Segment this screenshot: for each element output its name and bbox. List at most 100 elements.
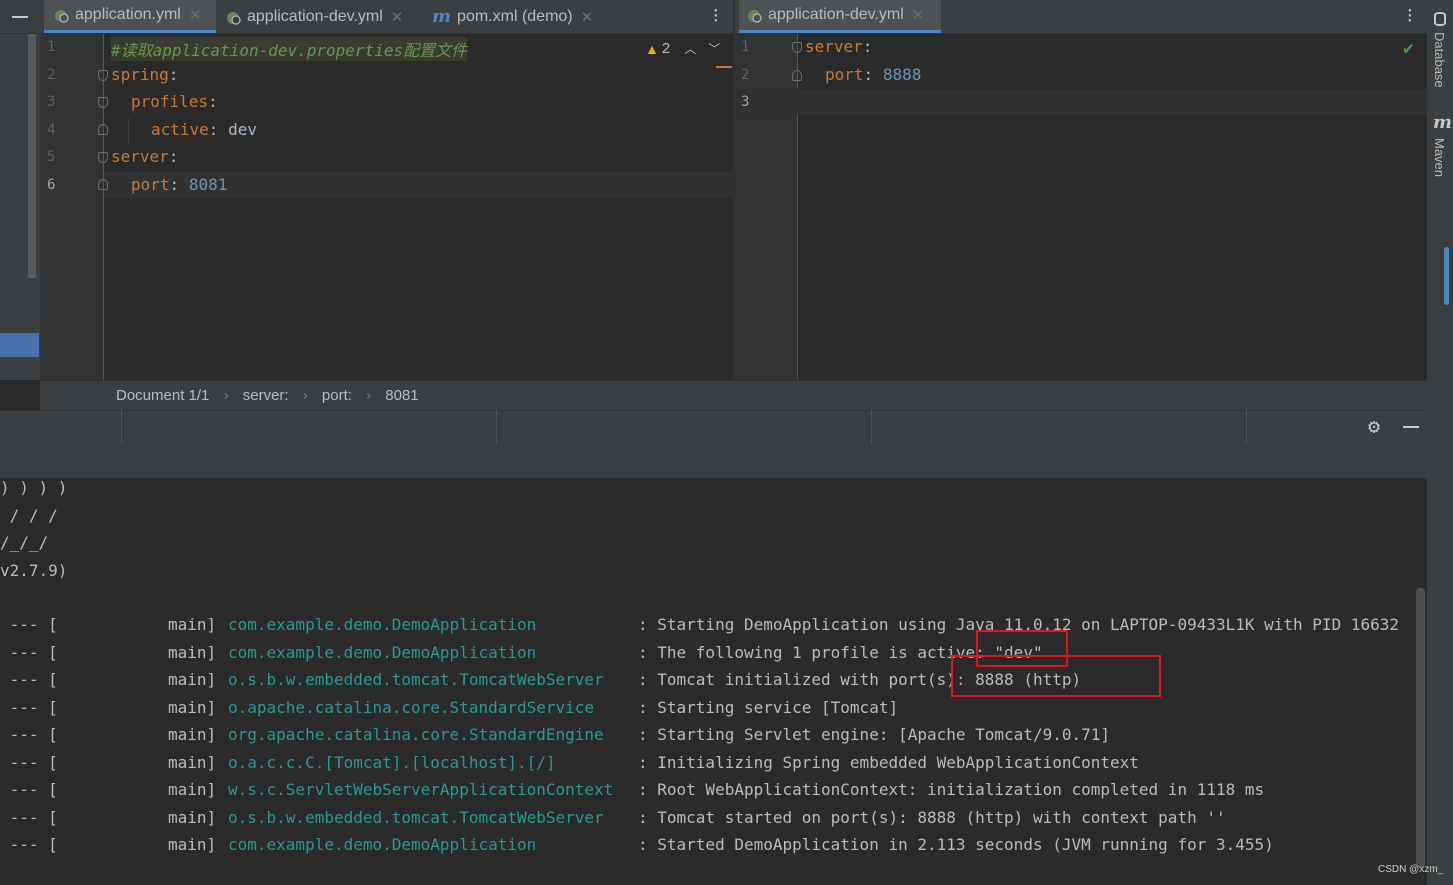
breadcrumb: Document 1/1 › server: › port: › 8081: [116, 387, 419, 404]
maven-icon: m: [432, 6, 452, 27]
log-message: : Tomcat started on port(s): 8888 (http)…: [638, 808, 1226, 827]
spring-leaf-icon: [748, 10, 762, 23]
banner-line: v2.7.9): [0, 561, 68, 580]
tab-application-dev-yml[interactable]: application-dev.yml ✕: [218, 0, 424, 33]
log-prefix: --- [: [0, 753, 58, 772]
annotation-box-port: [951, 655, 1161, 697]
banner-line: /_/_/: [0, 533, 49, 552]
log-prefix: --- [: [0, 808, 58, 827]
log-thread: main]: [168, 835, 217, 854]
log-prefix: --- [: [0, 780, 58, 799]
close-icon[interactable]: ✕: [391, 8, 404, 26]
breadcrumb-item[interactable]: port:: [322, 387, 352, 404]
line-number: 4: [47, 122, 56, 138]
line-number: 3: [47, 94, 56, 110]
log-message: : Initializing Spring embedded WebApplic…: [638, 753, 1139, 772]
log-class[interactable]: com.example.demo.DemoApplication: [228, 643, 536, 662]
fold-marker-icon[interactable]: [98, 152, 108, 163]
code-comment[interactable]: #读取application-dev.properties配置文件: [111, 37, 468, 61]
minimize-icon[interactable]: [1403, 426, 1419, 428]
log-prefix: --- [: [0, 698, 58, 717]
breadcrumb-doc[interactable]: Document 1/1: [116, 387, 209, 404]
log-thread: main]: [168, 670, 217, 689]
sidebar-scroll-indicator[interactable]: [1444, 247, 1449, 305]
log-class[interactable]: o.apache.catalina.core.StandardService: [228, 698, 594, 717]
close-icon[interactable]: ✕: [912, 6, 925, 24]
log-message: : Root WebApplicationContext: initializa…: [638, 780, 1265, 799]
fold-marker-icon[interactable]: [98, 97, 108, 108]
toolbar-divider: [121, 410, 122, 443]
tab-application-yml[interactable]: application.yml ✕: [44, 0, 216, 33]
code-line-3[interactable]: profiles:: [131, 92, 218, 111]
inspection-widget[interactable]: ▲ 2 ︿ ﹀: [645, 40, 720, 57]
log-prefix: --- [: [0, 670, 58, 689]
fold-marker-icon[interactable]: [792, 42, 802, 53]
breadcrumb-item[interactable]: 8081: [385, 387, 418, 404]
toolbar-divider: [496, 410, 497, 443]
fold-marker-icon[interactable]: [98, 179, 108, 190]
code-line-1[interactable]: server:: [805, 37, 872, 56]
current-line-highlight: [735, 89, 1427, 115]
gutter-divider: [797, 34, 798, 380]
tab-label: pom.xml (demo): [457, 7, 573, 25]
log-prefix: --- [: [0, 835, 58, 854]
project-selection: [0, 333, 39, 357]
log-class[interactable]: o.a.c.c.C.[Tomcat].[localhost].[/]: [228, 753, 556, 772]
chevron-down-icon[interactable]: ﹀: [708, 40, 720, 57]
banner-line: ) ) ) ): [0, 478, 68, 497]
run-toolbar: [0, 410, 1427, 479]
tab-label: application.yml: [75, 6, 181, 23]
database-tool-button[interactable]: Database: [1432, 32, 1447, 88]
log-thread: main]: [168, 698, 217, 717]
left-tab-bar: application.yml ✕ application-dev.yml ✕ …: [0, 0, 733, 34]
log-class[interactable]: o.s.b.w.embedded.tomcat.TomcatWebServer: [228, 808, 604, 827]
scroll-marker: [716, 66, 732, 68]
right-gutter: [735, 34, 797, 380]
project-scrollbar[interactable]: [28, 34, 36, 278]
log-class[interactable]: org.apache.catalina.core.StandardEngine: [228, 725, 604, 744]
log-class[interactable]: com.example.demo.DemoApplication: [228, 615, 536, 634]
log-thread: main]: [168, 753, 217, 772]
fold-marker-icon[interactable]: [792, 70, 802, 81]
left-gutter: [40, 34, 103, 380]
line-number: 1: [47, 39, 56, 55]
collapse-button[interactable]: [0, 0, 40, 33]
log-prefix: --- [: [0, 643, 58, 662]
close-icon[interactable]: ✕: [189, 6, 202, 24]
indent-guide: [128, 118, 129, 144]
toolbar-divider: [1246, 410, 1247, 443]
log-thread: main]: [168, 615, 217, 634]
log-prefix: --- [: [0, 725, 58, 744]
fold-marker-icon[interactable]: [98, 124, 108, 135]
log-thread: main]: [168, 725, 217, 744]
log-class[interactable]: w.s.c.ServletWebServerApplicationContext: [228, 780, 613, 799]
more-tabs-icon[interactable]: · · ·: [711, 3, 721, 29]
tab-application-dev-yml-right[interactable]: application-dev.yml ✕: [739, 0, 941, 33]
chevron-up-icon[interactable]: ︿: [684, 40, 696, 57]
close-icon[interactable]: ✕: [581, 8, 594, 26]
console-scrollbar[interactable]: [1416, 588, 1425, 868]
banner-line: / / /: [0, 506, 58, 525]
gear-icon[interactable]: ⚙: [1368, 414, 1380, 438]
toolbar-divider: [871, 410, 872, 443]
log-message: : Starting service [Tomcat]: [638, 698, 899, 717]
log-prefix: --- [: [0, 615, 58, 634]
code-line-2[interactable]: port: 8888: [825, 65, 921, 84]
line-number: 1: [741, 39, 750, 55]
more-tabs-icon[interactable]: · · ·: [1405, 3, 1415, 29]
fold-marker-icon[interactable]: [98, 70, 108, 81]
code-line-6[interactable]: port: 8081: [131, 175, 227, 194]
warning-icon: ▲: [645, 40, 659, 57]
log-thread: main]: [168, 808, 217, 827]
log-class[interactable]: o.s.b.w.embedded.tomcat.TomcatWebServer: [228, 670, 604, 689]
line-number: 2: [741, 67, 750, 83]
tab-pom-xml[interactable]: m pom.xml (demo) ✕: [426, 0, 622, 33]
code-line-2[interactable]: spring:: [111, 65, 178, 84]
log-class[interactable]: com.example.demo.DemoApplication: [228, 835, 536, 854]
code-line-4[interactable]: active: dev: [151, 120, 257, 139]
code-line-5[interactable]: server:: [111, 147, 178, 166]
line-number: 6: [47, 177, 56, 193]
breadcrumb-item[interactable]: server:: [243, 387, 289, 404]
maven-tool-button[interactable]: Maven: [1432, 138, 1447, 177]
database-icon: [1434, 12, 1446, 26]
